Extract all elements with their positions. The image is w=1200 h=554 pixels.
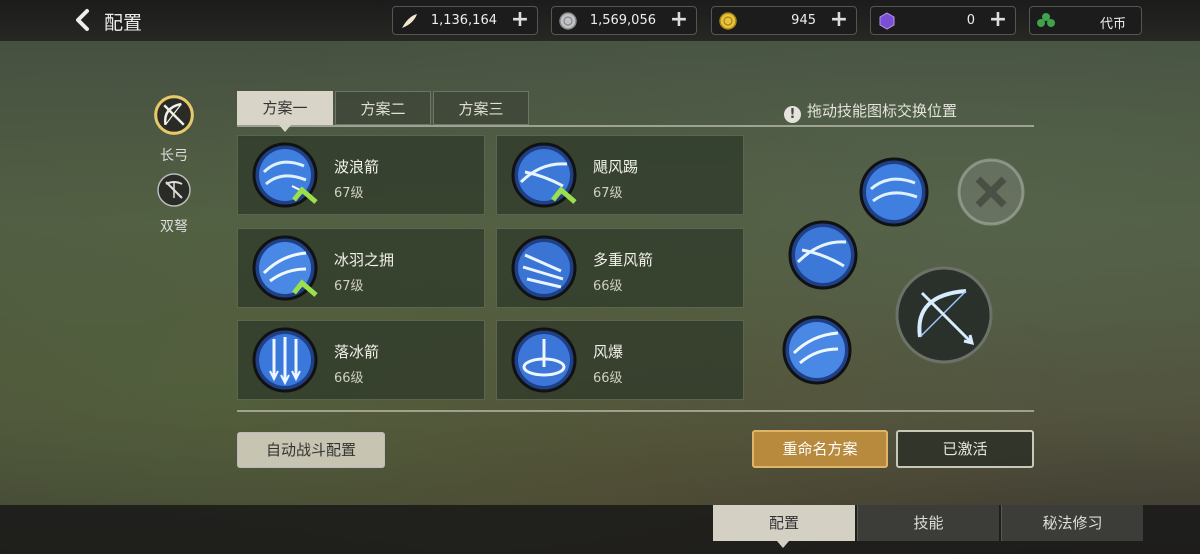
activated-button[interactable]: 已激活 [896,430,1034,468]
tab-preset-1[interactable]: 方案一 [237,91,333,132]
silver-coin-icon [559,12,577,30]
skill-level: 67级 [334,279,364,294]
bow-basic-attack-icon[interactable] [894,265,994,365]
skill-name: 落冰箭 [334,343,380,361]
hurricane-kick-skill-icon [511,142,577,208]
skill-slot-1[interactable] [859,157,929,227]
divider-top [237,125,1034,127]
skill-name: 波浪箭 [334,158,380,176]
auto-battle-config-button[interactable]: 自动战斗配置 [237,432,385,468]
longbow-icon [154,95,194,135]
divider-bottom [237,410,1034,412]
skill-level: 67级 [334,186,364,201]
rename-preset-button[interactable]: 重命名方案 [752,430,888,468]
resource-token[interactable]: 代币 [1029,6,1142,35]
ice-feather-skill-icon [252,235,318,301]
weapon-crossbows[interactable]: 双弩 [142,172,206,236]
wind-burst-skill-icon [511,327,577,393]
page-title: 配置 [104,12,143,34]
weapon-longbow[interactable]: 长弓 [142,93,206,165]
falling-ice-arrow-skill-icon [252,327,318,393]
resource-gem: 0 + [870,6,1016,35]
skill-level: 66级 [334,371,364,386]
add-silver-button[interactable]: + [668,9,690,33]
skill-slot-2[interactable] [788,220,858,290]
crossbow-icon [157,173,191,207]
add-gem-button[interactable]: + [987,9,1009,33]
top-bar: 配置 1,136,164 + 1,569,056 + 945 + 0 + 代币 [0,0,1200,41]
skill-name: 风爆 [593,343,624,361]
skill-level: 67级 [593,186,623,201]
back-arrow-icon[interactable] [72,8,96,32]
multi-wind-arrow-skill-icon [511,235,577,301]
resource-silver: 1,569,056 + [551,6,697,35]
skill-card-falling-ice-arrow[interactable]: 落冰箭 66级 [237,320,485,400]
skill-level: 66级 [593,371,623,386]
skill-card-wind-burst[interactable]: 风爆 66级 [496,320,744,400]
gold-coin-icon [719,12,737,30]
clover-icon [1037,13,1055,27]
add-feather-button[interactable]: + [509,9,531,33]
skill-name: 冰羽之拥 [334,251,395,269]
resource-gold: 945 + [711,6,857,35]
purple-gem-icon [879,12,895,30]
skill-card-wave-arrow[interactable]: 波浪箭 67级 [237,135,485,215]
skill-level: 66级 [593,279,623,294]
skill-name: 飓风踢 [593,158,639,176]
nav-tab-skills[interactable]: 技能 [857,505,999,541]
add-gold-button[interactable]: + [828,9,850,33]
nav-tab-config[interactable]: 配置 [713,505,855,548]
exclamation-icon: ! [784,106,801,123]
skill-name: 多重风箭 [593,251,654,269]
skill-card-multi-wind-arrow[interactable]: 多重风箭 66级 [496,228,744,308]
tab-preset-3[interactable]: 方案三 [433,91,529,125]
skill-card-hurricane-kick[interactable]: 飓风踢 67级 [496,135,744,215]
weapon-label: 长弓 [160,148,188,164]
skill-card-ice-feather[interactable]: 冰羽之拥 67级 [237,228,485,308]
wave-arrow-skill-icon [252,142,318,208]
tab-preset-2[interactable]: 方案二 [335,91,431,125]
weapon-label: 双弩 [160,219,188,235]
empty-slot-locked-icon[interactable] [956,157,1026,227]
skill-slot-3[interactable] [782,315,852,385]
drag-hint: ! 拖动技能图标交换位置 [784,100,957,123]
resource-feather: 1,136,164 + [392,6,538,35]
feather-icon [402,14,417,28]
nav-tab-secret-arts[interactable]: 秘法修习 [1001,505,1143,541]
